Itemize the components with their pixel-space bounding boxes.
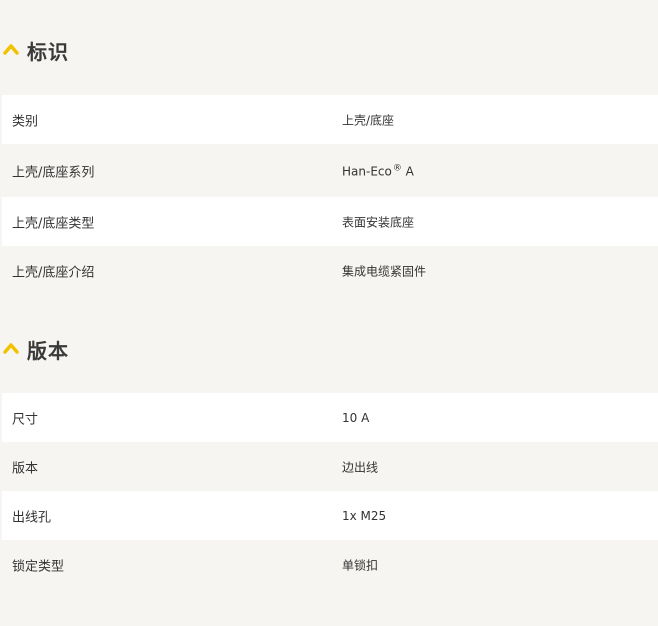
spec-table-identification: 类别 上壳/底座 上壳/底座系列 Han-Eco® A 上壳/底座类型 表面安装… [2,95,658,295]
table-row: 版本 边出线 [2,442,658,491]
row-label: 出线孔 [12,510,52,525]
row-value: 边出线 [342,460,379,474]
chevron-up-icon [3,44,19,55]
table-row: 锁定类型 单锁扣 [2,540,658,589]
row-label: 类别 [12,114,39,129]
row-value: 10 A [342,410,370,425]
section-title: 标识 [27,39,69,64]
row-label: 上壳/底座介绍 [12,265,95,280]
value-text: Han-Eco [342,164,392,178]
section-header-version[interactable]: 版本 [0,329,658,369]
spec-table-version: 尺寸 10 A 版本 边出线 出线孔 1x M25 锁定类型 单锁扣 [2,393,658,589]
row-label: 尺寸 [12,412,39,427]
table-row: 上壳/底座系列 Han-Eco® A [2,144,658,197]
registered-mark: ® [392,163,402,173]
row-label: 版本 [12,461,39,476]
row-value: 表面安装底座 [342,215,415,229]
row-value: 1x M25 [342,508,387,523]
row-value: 集成电缆紧固件 [342,264,427,278]
table-row: 上壳/底座介绍 集成电缆紧固件 [2,246,658,295]
table-row: 上壳/底座类型 表面安装底座 [2,197,658,246]
chevron-up-icon [3,343,19,354]
section-title: 版本 [27,338,69,363]
section-header-identification[interactable]: 标识 [0,30,658,70]
value-suffix: A [401,164,414,178]
row-label: 上壳/底座类型 [12,216,95,231]
row-value: 上壳/底座 [342,113,395,127]
row-label: 上壳/底座系列 [12,165,95,180]
table-row: 类别 上壳/底座 [2,95,658,144]
row-label: 锁定类型 [12,559,65,574]
row-value: 单锁扣 [342,558,379,572]
table-row: 尺寸 10 A [2,393,658,442]
row-value: Han-Eco® A [342,163,414,178]
table-row: 出线孔 1x M25 [2,491,658,540]
